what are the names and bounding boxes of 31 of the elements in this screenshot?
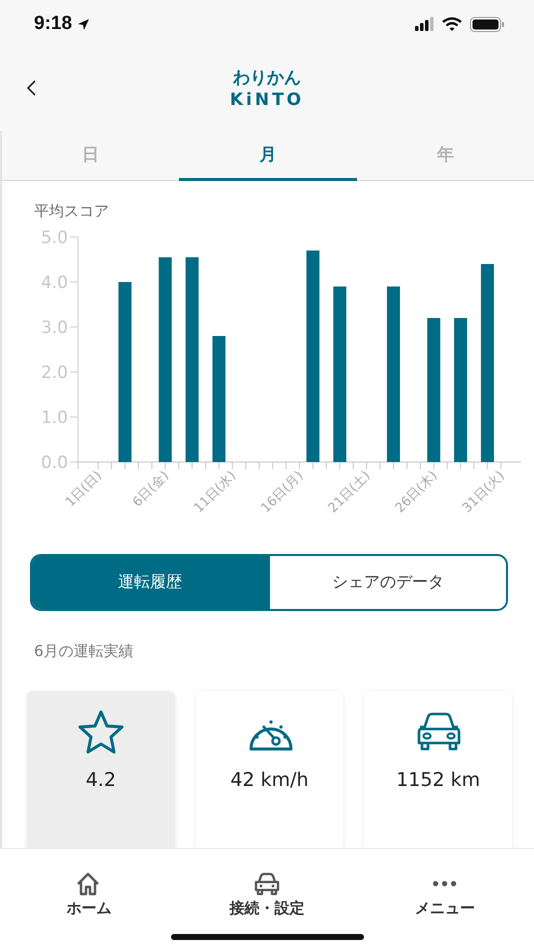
stat-card[interactable]: 4.2 xyxy=(27,691,175,848)
axis-label: 16日(月) xyxy=(258,468,306,516)
nav-item[interactable]: メニュー xyxy=(356,871,534,918)
chart-title: 平均スコア xyxy=(34,202,109,221)
axis-label: 6日(金) xyxy=(130,468,172,510)
battery-icon xyxy=(470,16,504,32)
stat-value: 1152 km xyxy=(396,769,480,791)
axis-label: 21日(土) xyxy=(326,468,374,516)
axis-label: 26日(木) xyxy=(392,468,441,516)
segment-button[interactable]: シェアのデータ xyxy=(268,556,506,609)
nav-item[interactable]: 接続・設定 xyxy=(178,871,356,918)
stat-value: 4.2 xyxy=(86,769,116,791)
wifi-icon xyxy=(442,16,462,32)
section-title: 6月の運転実績 xyxy=(34,642,134,661)
axis-label: 31日(火) xyxy=(460,468,508,516)
stat-card[interactable]: 42 km/h xyxy=(196,691,344,848)
segment-button[interactable]: 運転履歴 xyxy=(32,556,268,609)
status-time: 9:18 xyxy=(34,13,72,35)
car-icon xyxy=(253,871,281,897)
logo-wordmark: KiNTO xyxy=(230,90,304,110)
stat-card[interactable]: 1152 km xyxy=(364,691,512,848)
chevron-left-icon xyxy=(26,80,37,96)
location-icon xyxy=(76,16,92,32)
nav-item[interactable]: ホーム xyxy=(0,871,178,918)
signal-icon xyxy=(415,17,434,31)
stat-value: 42 km/h xyxy=(230,769,309,791)
star-icon xyxy=(76,709,125,755)
axis-label: 1日(日) xyxy=(62,468,105,510)
more-icon xyxy=(433,881,457,887)
axis-label: 11日(水) xyxy=(191,468,240,516)
logo-text: わりかん xyxy=(233,66,301,88)
